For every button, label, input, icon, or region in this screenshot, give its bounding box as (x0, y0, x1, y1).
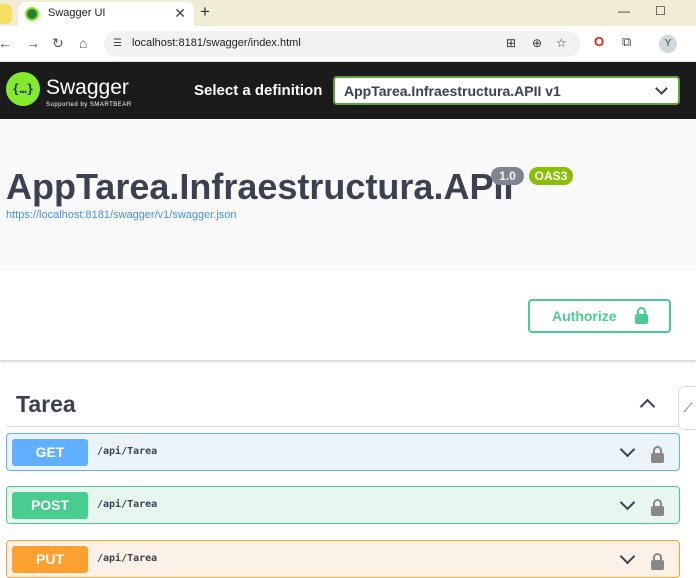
site-info-icon[interactable]: ☰ (113, 38, 122, 49)
swagger-topbar: {…} Swagger Supported by SMARTBEAR Selec… (0, 62, 696, 119)
method-badge-post: POST (12, 492, 88, 519)
oas-badge: OAS3 (529, 167, 573, 185)
tab-title: Swagger UI (48, 7, 106, 19)
zoom-icon[interactable]: ⊕ (532, 36, 542, 50)
tab-close-icon[interactable]: ✕ (174, 5, 186, 22)
authorize-button[interactable]: Authorize (528, 299, 671, 333)
swagger-favicon-icon (25, 7, 39, 21)
browser-tab-swagger[interactable]: Swagger UI ✕ (18, 2, 194, 26)
definition-select-value: AppTarea.Infraestructura.APII v1 (344, 83, 561, 99)
select-definition-label: Select a definition (194, 82, 323, 99)
opblock-get-tarea[interactable]: GET /api/Tarea (6, 433, 680, 471)
authorize-label: Authorize (552, 308, 617, 324)
extensions-icon[interactable]: ⧉ (622, 34, 631, 50)
opera-extension-icon[interactable]: O (594, 34, 604, 49)
chevron-down-icon (655, 82, 668, 95)
home-icon[interactable]: ⌂ (79, 35, 87, 51)
version-badge: 1.0 (491, 167, 524, 185)
chevron-down-icon[interactable] (619, 441, 636, 458)
swagger-logo-icon[interactable]: {…} (6, 72, 40, 106)
method-badge-put: PUT (12, 546, 88, 573)
previous-tab[interactable] (0, 4, 12, 24)
chevron-up-icon[interactable] (639, 398, 656, 415)
side-panel-toggle-icon[interactable]: ⟋ (678, 386, 696, 430)
lock-icon (635, 307, 648, 324)
chevron-down-icon[interactable] (619, 548, 636, 565)
method-badge-get: GET (12, 439, 88, 466)
definition-select[interactable]: AppTarea.Infraestructura.APII v1 (333, 76, 680, 105)
operation-path: /api/Tarea (97, 499, 158, 510)
new-tab-button[interactable]: + (200, 2, 210, 22)
chevron-down-icon[interactable] (619, 494, 636, 511)
minimize-icon[interactable]: — (618, 4, 630, 18)
tag-header-tarea[interactable]: Tarea (6, 385, 680, 427)
scheme-container: Authorize (0, 271, 696, 361)
profile-avatar[interactable]: Y (659, 35, 677, 53)
api-title: AppTarea.Infraestructura.APII (6, 166, 514, 207)
spec-url-link[interactable]: https://localhost:8181/swagger/v1/swagge… (6, 209, 237, 221)
back-icon[interactable]: ← (0, 35, 12, 51)
operation-path: /api/Tarea (97, 446, 158, 457)
lock-icon[interactable] (651, 499, 664, 516)
bookmark-star-icon[interactable]: ☆ (556, 36, 567, 50)
lock-icon[interactable] (651, 446, 664, 463)
operation-path: /api/Tarea (97, 553, 158, 564)
opblock-put-tarea[interactable]: PUT /api/Tarea (6, 540, 680, 578)
opblock-post-tarea[interactable]: POST /api/Tarea (6, 486, 680, 524)
api-info: AppTarea.Infraestructura.APII 1.0 OAS3 h… (0, 119, 696, 271)
url-text[interactable]: localhost:8181/swagger/index.html (132, 37, 301, 49)
lock-icon[interactable] (651, 553, 664, 570)
browser-toolbar: ← → ↻ ⌂ ☰ localhost:8181/swagger/index.h… (0, 26, 696, 62)
tag-title: Tarea (16, 391, 76, 417)
address-bar[interactable]: ☰ localhost:8181/swagger/index.html ⊞ ⊕ … (104, 31, 580, 57)
swagger-brand[interactable]: Swagger (46, 76, 129, 100)
maximize-icon[interactable]: ☐ (655, 4, 666, 18)
forward-icon[interactable]: → (26, 35, 40, 51)
reload-icon[interactable]: ↻ (52, 35, 64, 52)
translate-icon[interactable]: ⊞ (506, 36, 516, 50)
swagger-brand-sub: Supported by SMARTBEAR (46, 102, 132, 108)
browser-tab-bar: Swagger UI ✕ + — ☐ (0, 0, 696, 26)
